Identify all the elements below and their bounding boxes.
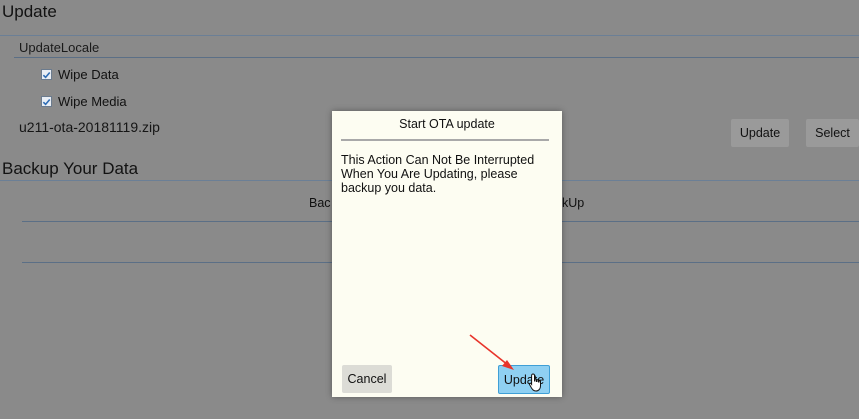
update-locale-label: UpdateLocale xyxy=(19,40,100,55)
dialog-title-divider xyxy=(341,139,549,141)
ota-file-name: u211-ota-20181119.zip xyxy=(19,119,160,135)
backup-button-label-left: Bac xyxy=(309,196,331,210)
wipe-media-checkbox[interactable]: Wipe Media xyxy=(41,94,127,109)
update-locale-divider xyxy=(14,57,859,58)
dialog-title: Start OTA update xyxy=(399,117,495,131)
wipe-media-label: Wipe Media xyxy=(58,94,127,109)
hand-cursor-icon xyxy=(528,373,541,392)
ota-update-dialog: Start OTA update This Action Can Not Be … xyxy=(332,111,562,397)
dialog-cancel-button[interactable]: Cancel xyxy=(342,365,392,393)
update-title-divider xyxy=(0,35,859,36)
dialog-message: This Action Can Not Be Interrupted When … xyxy=(341,153,535,195)
checkbox-checked-icon xyxy=(41,69,52,80)
update-section-title: Update xyxy=(2,2,57,21)
checkbox-checked-icon xyxy=(41,96,52,107)
backup-section-title: Backup Your Data xyxy=(2,159,139,178)
update-button[interactable]: Update xyxy=(731,119,789,147)
wipe-data-label: Wipe Data xyxy=(58,67,119,82)
wipe-data-checkbox[interactable]: Wipe Data xyxy=(41,67,119,82)
backup-button-label-right: kUp xyxy=(562,196,585,210)
annotation-arrow-icon xyxy=(469,334,514,370)
select-button[interactable]: Select xyxy=(806,119,859,147)
